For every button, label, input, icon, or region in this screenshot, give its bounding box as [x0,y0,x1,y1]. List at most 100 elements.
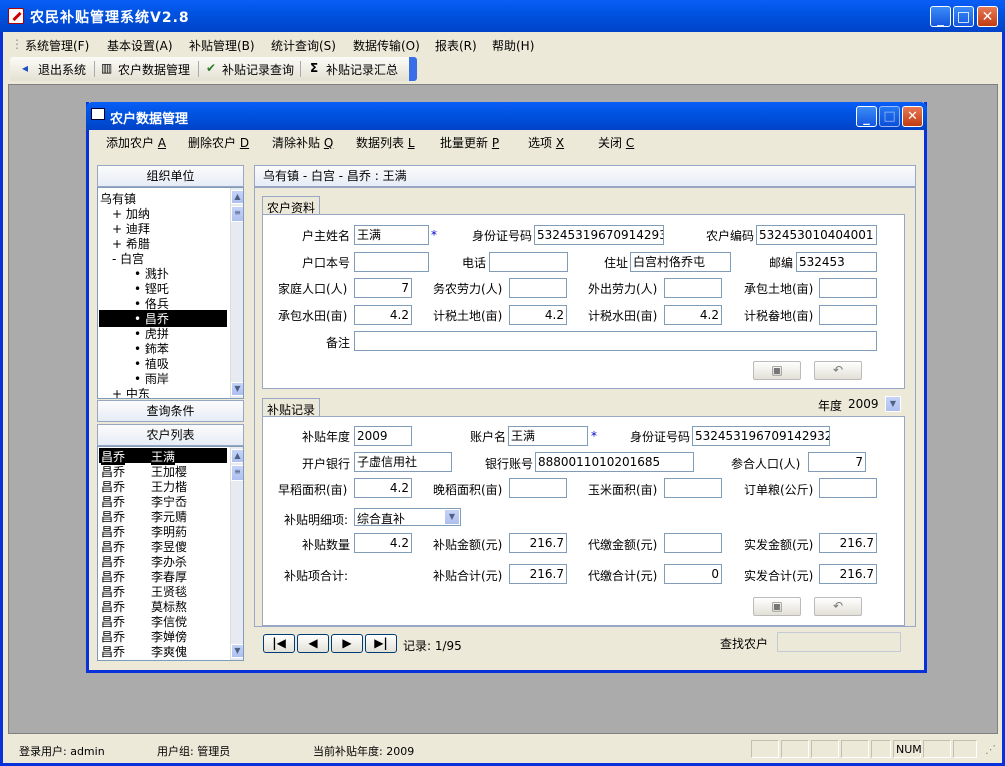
menu-basic-settings[interactable]: 基本设置(A) [107,37,173,54]
child-minimize-button[interactable]: _ [856,106,877,127]
scroll-down-icon[interactable]: ▼ [231,644,243,658]
scroll-down-icon[interactable]: ▼ [231,382,243,396]
contract-land-input[interactable] [819,278,877,298]
year-select[interactable]: 2009 ▼ [844,395,901,413]
status-panel [953,740,977,758]
maximize-button[interactable]: □ [953,6,974,27]
form-icon [91,108,105,120]
subsidy-undo-button[interactable]: ↶ [814,597,862,616]
subsidy-qty-input[interactable]: 4.2 [354,533,412,553]
paid-total-input[interactable]: 216.7 [819,564,877,584]
scroll-thumb[interactable]: ≡ [231,206,243,222]
taxed-land-input[interactable]: 4.2 [509,305,567,325]
subsidy-amount-input[interactable]: 216.7 [509,533,567,553]
farm-labor-input[interactable] [509,278,567,298]
deduct-amount-input[interactable] [664,533,722,553]
subsidy-year-input[interactable]: 2009 [354,426,412,446]
list-scrollbar[interactable]: ▲ ≡ ▼ [230,447,243,660]
scroll-thumb[interactable]: ≡ [231,465,243,481]
id-number-input[interactable]: 532453196709142932 [534,225,664,245]
list-name[interactable]: 李爽傀 [151,643,187,660]
out-labor-input[interactable] [664,278,722,298]
menu-data-list[interactable]: 数据列表 L [356,134,415,151]
account-name-input[interactable]: 王满 [508,426,588,446]
subsidy-query-button[interactable]: 补贴记录查询 [222,61,294,78]
chevron-down-icon[interactable]: ▼ [885,396,901,412]
contract-paddy-input[interactable]: 4.2 [354,305,412,325]
farmer-data-button[interactable]: 农户数据管理 [118,61,190,78]
menu-reports[interactable]: 报表(R) [435,37,477,54]
tree-scrollbar[interactable]: ▲ ≡ ▼ [230,188,243,398]
farmer-code-input[interactable]: 532453010404001 [756,225,877,245]
note-input[interactable] [354,331,877,351]
subsidy-save-button[interactable]: ▣ [753,597,801,616]
child-close-button[interactable]: ✕ [902,106,923,127]
subsidy-detail-select[interactable]: 综合直补 ▼ [354,508,461,526]
main-title-bar[interactable]: 农民补贴管理系统V2.8 _ □ ✕ [0,0,1005,32]
menu-delete-farmer[interactable]: 删除农户 D [188,134,249,151]
bank-input[interactable]: 子虚信用社 [354,452,452,472]
subsidy-id-input[interactable]: 532453196709142932 [692,426,830,446]
zip-input[interactable]: 532453 [796,252,877,272]
menu-system[interactable]: 系统管理(F) [25,37,89,54]
save-icon: ▣ [771,599,783,613]
find-farmer-input[interactable] [777,632,901,652]
shortcut: P [491,136,500,150]
deduct-total-input[interactable]: 0 [664,564,722,584]
last-record-button[interactable]: ▶| [365,634,397,653]
menu-batch-update[interactable]: 批量更新 P [440,134,499,151]
label: 身份证号码 [472,229,533,243]
toolbar-separator [198,61,199,77]
child-maximize-button[interactable]: □ [879,106,900,127]
family-pop-input[interactable]: 7 [354,278,412,298]
hukou-input[interactable] [354,252,429,272]
query-conditions-header[interactable]: 查询条件 [97,400,244,422]
menu-statistics[interactable]: 统计查询(S) [271,37,336,54]
address-input[interactable]: 白宫村佫乔屯 [630,252,731,272]
toolbar: ◂ 退出系统 ▥ 农户数据管理 ✔ 补贴记录查询 Σ 补贴记录汇总 [10,57,417,81]
org-unit-header[interactable]: 组织单位 [97,165,244,187]
menu-options[interactable]: 选项 X [528,134,564,151]
farmer-save-button[interactable]: ▣ [753,361,801,380]
paid-amount-input[interactable]: 216.7 [819,533,877,553]
menu-subsidy-manage[interactable]: 补贴管理(B) [189,37,255,54]
label: 早稻面积(亩) [278,483,348,497]
farmer-list-header[interactable]: 农户列表 [97,424,244,446]
child-title-bar[interactable]: 农户数据管理 _ □ ✕ [86,102,927,130]
first-record-button[interactable]: |◀ [263,634,295,653]
next-record-button[interactable]: ▶ [331,634,363,653]
early-rice-input[interactable]: 4.2 [354,478,412,498]
menu-clear-subsidy[interactable]: 清除补贴 Q [272,134,333,151]
taxed-other-input[interactable] [819,305,877,325]
insured-pop-input[interactable]: 7 [808,452,866,472]
taxed-paddy-input[interactable]: 4.2 [664,305,722,325]
chevron-down-icon[interactable]: ▼ [444,509,460,525]
menu-help[interactable]: 帮助(H) [492,37,534,54]
phone-input[interactable] [489,252,568,272]
prev-record-button[interactable]: ◀ [297,634,329,653]
shortcut: L [407,136,415,150]
menu-add-farmer[interactable]: 添加农户 A [106,134,166,151]
order-grain-input[interactable] [819,478,877,498]
bank-account-input[interactable]: 8880011010201685 [535,452,694,472]
resize-grip-icon[interactable]: ⋰ [985,743,996,756]
scroll-up-icon[interactable]: ▲ [231,190,243,204]
farmer-list[interactable]: 昌乔 王满 昌乔 王加樱 昌乔 王力楷 昌乔 李宁岙 昌乔 李元䞍 昌乔 李明葯 昌乔 李昱… [97,446,244,661]
scroll-up-icon[interactable]: ▲ [231,449,243,463]
list-village[interactable]: 昌乔 [101,643,125,660]
late-rice-input[interactable] [509,478,567,498]
shortcut: A [157,136,167,150]
menu-data-transfer[interactable]: 数据传输(O) [353,37,420,54]
subsidy-summary-button[interactable]: 补贴记录汇总 [326,61,398,78]
minimize-button[interactable]: _ [930,6,951,27]
close-button[interactable]: ✕ [977,6,998,27]
head-name-input[interactable]: 王满 [354,225,429,245]
corn-input[interactable] [664,478,722,498]
org-tree[interactable]: 乌有镇 + 加纳 + 迪拜 + 希腊 - 白宫 • 溅扑 • 铿吒 • 佫兵 •… [97,187,244,399]
farmer-undo-button[interactable]: ↶ [814,361,862,380]
exit-button[interactable]: 退出系统 [38,61,86,78]
menu-close[interactable]: 关闭 C [598,134,634,151]
tree-node[interactable]: + 中东 [112,385,150,398]
minimize-icon: _ [863,111,870,126]
subsidy-total-input[interactable]: 216.7 [509,564,567,584]
